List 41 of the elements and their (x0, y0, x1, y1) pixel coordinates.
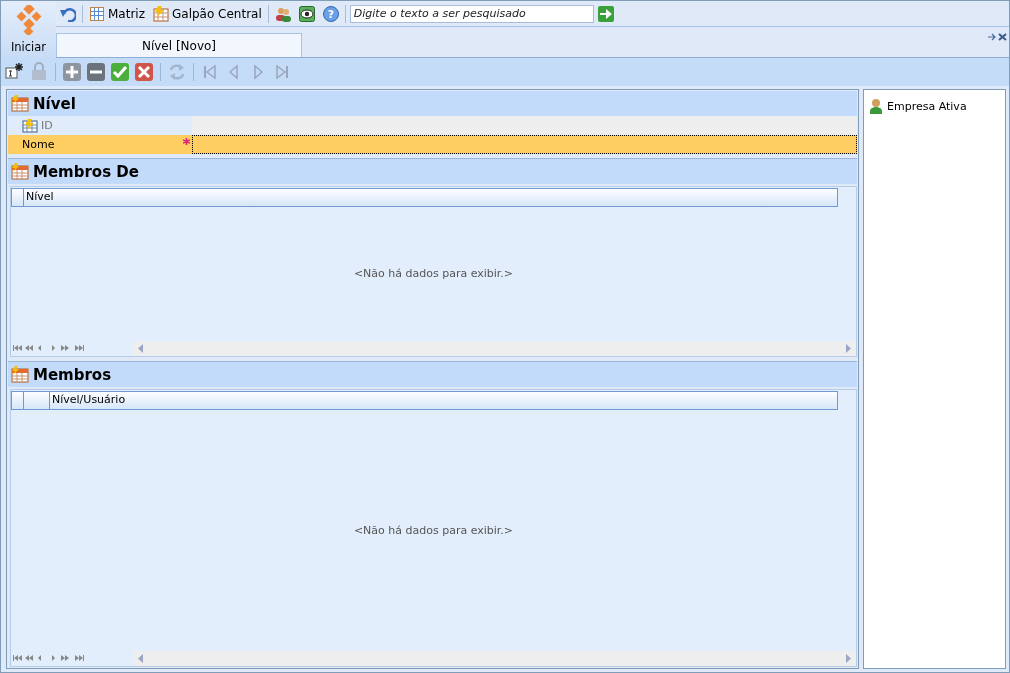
scroll-left-icon[interactable] (138, 343, 143, 353)
table-icon (153, 5, 169, 22)
section-title: Membros De (33, 162, 139, 181)
column-header[interactable]: Nível/Usuário (50, 392, 837, 409)
text-field[interactable] (192, 135, 857, 154)
new-record-icon[interactable] (5, 62, 25, 82)
empty-message: <Não há dados para exibir.> (353, 523, 514, 537)
close-icon[interactable] (998, 33, 1007, 41)
grid-icon (89, 5, 105, 22)
logo-icon (15, 5, 42, 35)
empty-message: <Não há dados para exibir.> (353, 267, 514, 280)
check-icon[interactable] (110, 62, 130, 82)
section-title: Nível (33, 94, 76, 113)
table-icon (11, 95, 29, 112)
field-label: Nome (8, 135, 192, 154)
document-tab[interactable]: Nível [Novo] (56, 33, 302, 57)
toolbar-button[interactable]: Galpão Central (151, 2, 264, 25)
navigator-icon[interactable] (13, 343, 85, 353)
horizontal-scrollbar[interactable] (133, 340, 856, 356)
text-field[interactable] (192, 116, 857, 135)
plus-icon[interactable] (62, 62, 82, 82)
person-icon (869, 98, 883, 114)
field-label: ID (8, 116, 192, 135)
section-title: Membros (33, 365, 112, 384)
table-icon (11, 366, 29, 383)
table-icon (22, 118, 38, 133)
minus-icon[interactable] (86, 62, 106, 82)
go-button[interactable] (597, 5, 614, 22)
side-panel-item[interactable]: Empresa Ativa (869, 98, 967, 114)
start-button[interactable]: Iniciar (1, 1, 56, 58)
scroll-right-icon[interactable] (846, 653, 851, 663)
toolbar-button[interactable]: Matriz (87, 2, 147, 25)
column-header[interactable]: Nível (24, 189, 837, 206)
table-icon (11, 163, 29, 180)
pin-icon[interactable] (988, 33, 997, 41)
scroll-right-icon[interactable] (846, 343, 851, 353)
close-icon[interactable] (134, 62, 154, 82)
horizontal-scrollbar[interactable] (133, 650, 856, 666)
scroll-left-icon[interactable] (138, 653, 143, 663)
navigator-icon[interactable] (13, 653, 85, 663)
search-field[interactable]: Digite o texto a ser pesquisado (349, 4, 594, 23)
